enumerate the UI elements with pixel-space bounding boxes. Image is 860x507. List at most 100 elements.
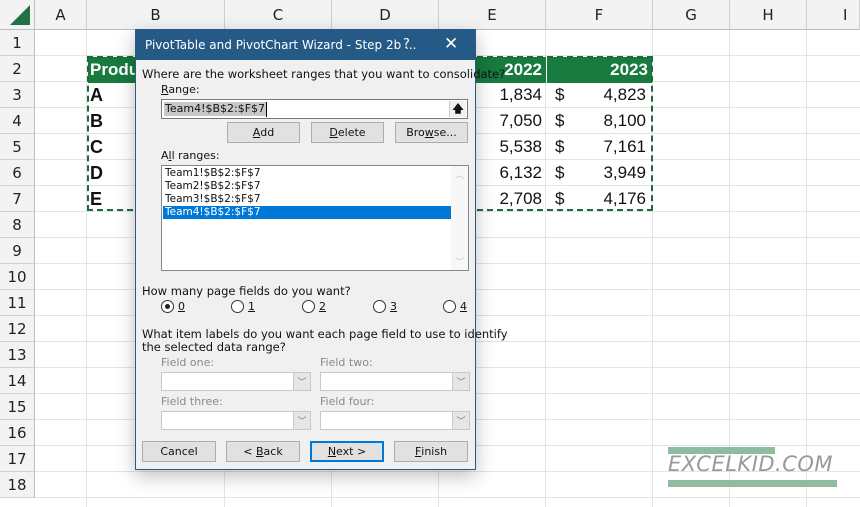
finish-button[interactable]: Finish <box>394 441 468 462</box>
range-input[interactable]: Team4!$B$2:$F$7 🡅 <box>161 99 468 119</box>
column-header-a[interactable]: A <box>35 0 87 30</box>
row-header-18[interactable]: 18 <box>0 472 35 498</box>
cell-currency[interactable]: $ <box>555 160 575 186</box>
page-fields-radio-2[interactable]: 2 <box>302 300 326 313</box>
cell-currency[interactable]: $ <box>555 134 575 160</box>
radio-circle-icon[interactable] <box>443 300 456 313</box>
row-header-9[interactable]: 9 <box>0 238 35 264</box>
radio-circle-icon[interactable] <box>161 300 174 313</box>
back-button[interactable]: < Back <box>226 441 300 462</box>
range-list-item[interactable]: Team1!$B$2:$F$7 <box>163 167 452 180</box>
chevron-down-icon[interactable]: ﹀ <box>293 373 310 390</box>
all-ranges-label: All ranges: <box>161 149 220 162</box>
row-header-14[interactable]: 14 <box>0 368 35 394</box>
cell-product[interactable]: E <box>90 186 130 212</box>
column-gridline <box>729 30 730 507</box>
cell-currency[interactable]: $ <box>555 186 575 212</box>
cell-product[interactable]: C <box>90 134 130 160</box>
radio-label: 1 <box>248 300 255 313</box>
chevron-down-icon[interactable]: ﹀ <box>452 412 469 429</box>
cell-product[interactable]: A <box>90 82 130 108</box>
field-four-label: Field four: <box>320 395 375 408</box>
range-list-item[interactable]: Team2!$B$2:$F$7 <box>163 180 452 193</box>
cell-2022[interactable]: 1,834 <box>476 82 542 108</box>
add-button[interactable]: Add <box>227 122 300 143</box>
row-header-4[interactable]: 4 <box>0 108 35 134</box>
radio-label: 4 <box>460 300 467 313</box>
row-header-11[interactable]: 11 <box>0 290 35 316</box>
finish-label: inish <box>421 445 448 458</box>
scroll-down-icon[interactable]: ﹀ <box>455 255 464 268</box>
dialog-titlebar[interactable]: PivotTable and PivotChart Wizard - Step … <box>136 30 475 60</box>
column-header-b[interactable]: B <box>87 0 225 30</box>
text-caret <box>266 102 267 117</box>
cell-2023[interactable]: 4,823 <box>580 82 646 108</box>
browse-button[interactable]: Bro w se... <box>395 122 468 143</box>
row-header-12[interactable]: 12 <box>0 316 35 342</box>
column-header-c[interactable]: C <box>225 0 332 30</box>
row-header-7[interactable]: 7 <box>0 186 35 212</box>
column-gridline <box>652 30 653 507</box>
cell-2022[interactable]: 5,538 <box>476 134 542 160</box>
row-header-1[interactable]: 1 <box>0 30 35 56</box>
cell-2023[interactable]: 8,100 <box>580 108 646 134</box>
cell-currency[interactable]: $ <box>555 108 575 134</box>
page-fields-radio-1[interactable]: 1 <box>231 300 255 313</box>
row-header-17[interactable]: 17 <box>0 446 35 472</box>
field-two-combo[interactable]: ﹀ <box>320 372 470 391</box>
cell-2023[interactable]: 7,161 <box>580 134 646 160</box>
next-button[interactable]: Next > <box>310 441 384 462</box>
chevron-down-icon[interactable]: ﹀ <box>452 373 469 390</box>
page-fields-radio-4[interactable]: 4 <box>443 300 467 313</box>
page-fields-radio-0[interactable]: 0 <box>161 300 185 313</box>
range-list-item[interactable]: Team4!$B$2:$F$7 <box>163 206 452 219</box>
row-header-15[interactable]: 15 <box>0 394 35 420</box>
column-header-h[interactable]: H <box>730 0 807 30</box>
cell-2022[interactable]: 6,132 <box>476 160 542 186</box>
cell-product[interactable]: B <box>90 108 130 134</box>
chevron-down-icon[interactable]: ﹀ <box>293 412 310 429</box>
collapse-dialog-button[interactable]: 🡅 <box>449 101 466 117</box>
listbox-scrollbar[interactable]: ︿ ﹀ <box>451 166 468 270</box>
page-fields-radio-3[interactable]: 3 <box>373 300 397 313</box>
close-icon[interactable]: ✕ <box>444 34 458 54</box>
row-header-10[interactable]: 10 <box>0 264 35 290</box>
item-labels-question-line1: What item labels do you want each page f… <box>142 327 508 341</box>
collapse-arrow-icon: 🡅 <box>452 101 464 115</box>
cell-currency[interactable]: $ <box>555 82 575 108</box>
column-header-f[interactable]: F <box>546 0 653 30</box>
range-list-item[interactable]: Team3!$B$2:$F$7 <box>163 193 452 206</box>
field-four-combo[interactable]: ﹀ <box>320 411 470 430</box>
radio-circle-icon[interactable] <box>373 300 386 313</box>
column-header-d[interactable]: D <box>332 0 439 30</box>
next-label: ext > <box>336 445 367 458</box>
column-header-i[interactable]: I <box>807 0 860 30</box>
row-header-13[interactable]: 13 <box>0 342 35 368</box>
column-header-g[interactable]: G <box>653 0 730 30</box>
row-header-3[interactable]: 3 <box>0 82 35 108</box>
row-header-16[interactable]: 16 <box>0 420 35 446</box>
all-ranges-listbox[interactable]: Team1!$B$2:$F$7 Team2!$B$2:$F$7 Team3!$B$2… <box>161 165 469 271</box>
cell-2023[interactable]: 3,949 <box>580 160 646 186</box>
help-icon[interactable]: ? <box>403 37 410 52</box>
row-header-5[interactable]: 5 <box>0 134 35 160</box>
radio-circle-icon[interactable] <box>231 300 244 313</box>
cell-2022[interactable]: 2,708 <box>476 186 542 212</box>
field-three-combo[interactable]: ﹀ <box>161 411 311 430</box>
select-all-button[interactable] <box>0 0 35 30</box>
field-one-combo[interactable]: ﹀ <box>161 372 311 391</box>
cell-product[interactable]: D <box>90 160 130 186</box>
row-header-6[interactable]: 6 <box>0 160 35 186</box>
radio-circle-icon[interactable] <box>302 300 315 313</box>
cell-2022[interactable]: 7,050 <box>476 108 542 134</box>
next-mnemonic: N <box>327 445 337 458</box>
page-fields-question: How many page fields do you want? <box>142 284 351 298</box>
row-header-2[interactable]: 2 <box>0 56 35 82</box>
cancel-button[interactable]: Cancel <box>142 441 216 462</box>
row-header-8[interactable]: 8 <box>0 212 35 238</box>
header-cell-2023[interactable]: 2023 <box>547 57 652 83</box>
scroll-up-icon[interactable]: ︿ <box>455 168 464 181</box>
column-header-e[interactable]: E <box>439 0 546 30</box>
cell-2023[interactable]: 4,176 <box>580 186 646 212</box>
delete-button[interactable]: Delete <box>311 122 384 143</box>
